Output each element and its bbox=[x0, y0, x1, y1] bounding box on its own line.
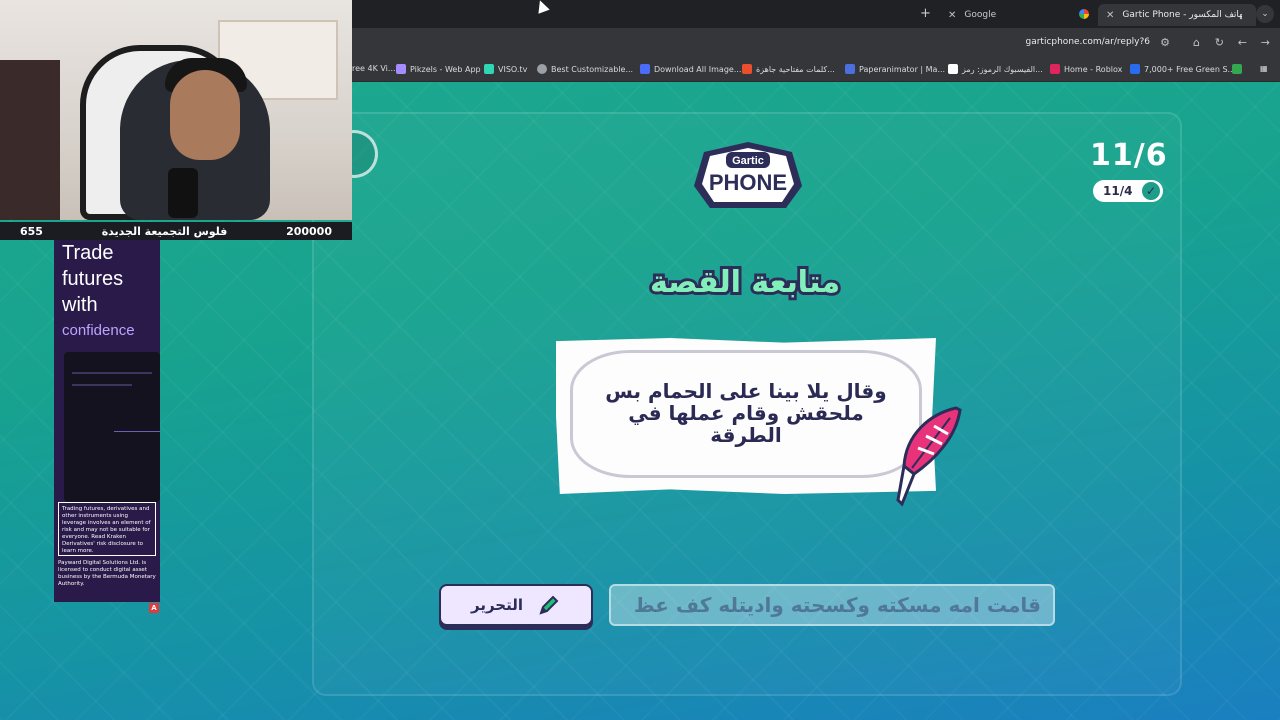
round-counter: 11/6 bbox=[1090, 138, 1168, 173]
bookmark-item[interactable]: Pikzels - Web App bbox=[396, 64, 481, 74]
cam-face bbox=[170, 70, 240, 160]
ad-choices-icon[interactable]: A bbox=[149, 603, 159, 613]
bookmark-item[interactable]: ree 4K Vi... bbox=[352, 64, 396, 73]
edit-button[interactable]: التحرير bbox=[439, 584, 593, 626]
pencil-icon bbox=[539, 595, 559, 615]
bookmark-item[interactable]: Best Customizable... bbox=[537, 64, 633, 74]
bookmark-item[interactable]: Paperanimator | Ma... bbox=[845, 64, 945, 74]
tab-search-icon[interactable]: ⌄ bbox=[1256, 5, 1274, 23]
tab-google[interactable]: ✕ Google bbox=[940, 4, 1090, 26]
ad-footer: Payward Digital Solutions Ltd. is licens… bbox=[58, 560, 156, 587]
check-icon: ✓ bbox=[1142, 182, 1160, 200]
bookmark-item[interactable]: 7,000+ Free Green S... bbox=[1130, 64, 1235, 74]
tab-gartic[interactable]: ✕ Gartic Phone - الهاتف المكسور bbox=[1098, 4, 1256, 26]
cam-microphone bbox=[168, 168, 198, 218]
ad-screenshot bbox=[64, 352, 160, 502]
tab-title: Gartic Phone - الهاتف المكسور bbox=[1122, 10, 1243, 20]
close-tab-icon[interactable]: ✕ bbox=[948, 10, 956, 21]
google-favicon-icon bbox=[1079, 9, 1089, 19]
site-settings-icon[interactable]: ⚙ bbox=[1160, 36, 1170, 49]
stream-left-value: 655 bbox=[20, 224, 43, 238]
page-title-text: متابعة القصة bbox=[647, 262, 843, 303]
ad-disclaimer: Trading futures, derivatives and other i… bbox=[58, 502, 156, 556]
bookmark-extra-icon[interactable] bbox=[1232, 64, 1242, 74]
webcam-feed bbox=[0, 0, 352, 220]
bookmark-item[interactable]: الفيسبوك الرموز: رمز... bbox=[948, 64, 1043, 74]
gartic-phone-logo: Gartic PHONE bbox=[694, 142, 802, 208]
address-bar[interactable]: garticphone.com/ar/reply?6 bbox=[1025, 37, 1150, 47]
logo-bottom-text: PHONE bbox=[709, 170, 787, 195]
quill-icon bbox=[896, 406, 962, 507]
stream-right-value: 200000 bbox=[286, 224, 332, 238]
all-bookmarks-icon[interactable]: ▦ bbox=[1260, 64, 1268, 73]
ad-banner[interactable]: Trade futures with confidence Trading fu… bbox=[54, 240, 160, 602]
story-text: وقال يلا بينا على الحمام بس ملحقش وقام ع… bbox=[605, 379, 887, 447]
cam-background bbox=[0, 60, 60, 220]
new-tab-icon[interactable]: + bbox=[920, 6, 931, 21]
stream-goal-bar: 655 فلوس التجميعة الجديدة 200000 bbox=[0, 222, 352, 240]
players-done-badge: 11/4 ✓ bbox=[1093, 180, 1163, 202]
tab-title: Google bbox=[964, 10, 997, 20]
close-tab-icon[interactable]: ✕ bbox=[1106, 10, 1114, 21]
edit-button-label: التحرير bbox=[470, 596, 523, 614]
back-icon[interactable]: ← bbox=[1238, 36, 1247, 49]
home-icon[interactable]: ⌂ bbox=[1193, 36, 1200, 49]
page-title: متابعة القصة bbox=[600, 262, 890, 303]
players-done-count: 11/4 bbox=[1103, 184, 1133, 198]
bookmark-item[interactable]: Download All Image... bbox=[640, 64, 741, 74]
forward-icon[interactable]: → bbox=[1261, 36, 1270, 49]
logo-top-text: Gartic bbox=[732, 155, 764, 167]
story-answer-input[interactable]: قامت امه مسكته وكسحته واديتله كف عظ bbox=[609, 584, 1055, 626]
bookmark-item[interactable]: VISO.tv bbox=[484, 64, 527, 74]
reload-icon[interactable]: ↻ bbox=[1215, 36, 1224, 49]
bookmark-item[interactable]: Home - Roblox bbox=[1050, 64, 1122, 74]
stream-goal-label: فلوس التجميعة الجديدة bbox=[101, 224, 228, 238]
ad-headline: Trade futures with confidence bbox=[62, 242, 135, 339]
bookmark-item[interactable]: كلمات مفتاحية جاهزة... bbox=[742, 64, 835, 74]
